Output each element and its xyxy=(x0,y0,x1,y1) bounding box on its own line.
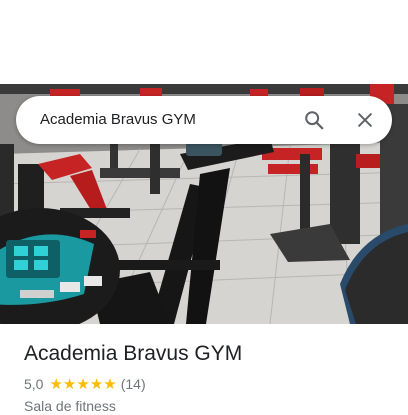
rating-row[interactable]: 5,0 ★ ★ ★ ★ ★ (14) xyxy=(24,375,146,393)
star-icon: ★ xyxy=(89,375,104,393)
search-input[interactable]: Academia Bravus GYM xyxy=(40,110,196,130)
place-category: Sala de fitness xyxy=(24,398,116,414)
rating-value: 5,0 xyxy=(24,376,44,392)
close-icon xyxy=(358,113,372,127)
close-button[interactable] xyxy=(349,104,381,136)
place-name: Academia Bravus GYM xyxy=(24,342,243,365)
search-button[interactable] xyxy=(298,104,330,136)
rating-stars: ★ ★ ★ ★ ★ xyxy=(49,377,116,392)
star-icon: ★ xyxy=(62,375,77,393)
star-icon: ★ xyxy=(49,375,63,393)
star-icon: ★ xyxy=(103,375,117,393)
star-icon: ★ xyxy=(76,375,90,393)
search-bar[interactable]: Academia Bravus GYM xyxy=(16,96,392,144)
review-count[interactable]: (14) xyxy=(121,376,146,392)
search-icon xyxy=(305,111,324,130)
